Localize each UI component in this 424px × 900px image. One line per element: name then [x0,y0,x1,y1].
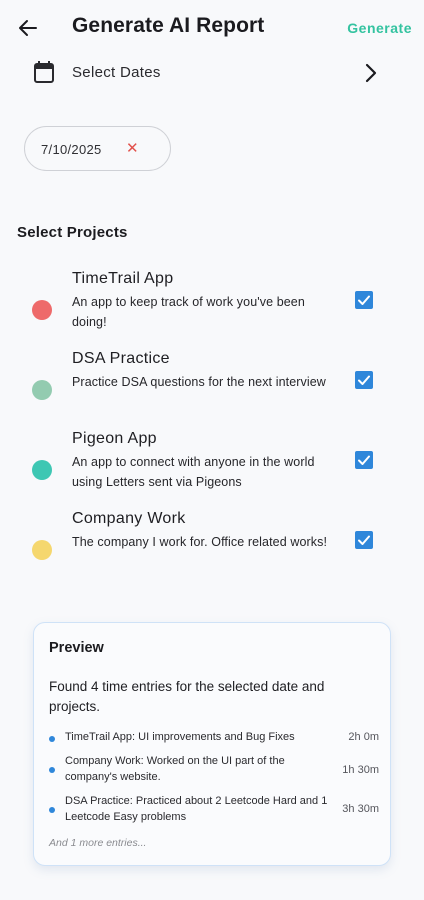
project-item[interactable]: TimeTrail App An app to keep track of wo… [0,270,424,350]
check-icon [358,455,370,465]
select-projects-heading: Select Projects [17,224,128,241]
project-color-dot [32,540,52,560]
project-checkbox[interactable] [355,531,373,549]
project-name: Company Work [72,510,186,527]
project-checkbox[interactable] [355,291,373,309]
bullet-icon [49,736,55,742]
entry-duration: 1h 30m [342,764,379,776]
project-color-dot [32,380,52,400]
check-icon [358,295,370,305]
project-item[interactable]: DSA Practice Practice DSA questions for … [0,350,424,430]
entry-duration: 3h 30m [342,803,379,815]
check-icon [358,375,370,385]
select-dates-label: Select Dates [72,64,161,81]
preview-card: Preview Found 4 time entries for the sel… [33,622,391,866]
app-bar: Generate AI Report Generate [0,0,424,56]
page-title: Generate AI Report [72,14,265,37]
project-description: An app to keep track of work you've been… [72,295,305,329]
more-entries-note: And 1 more entries... [49,837,147,849]
project-color-dot [32,300,52,320]
project-item[interactable]: Company Work The company I work for. Off… [0,510,424,590]
bullet-icon [49,807,55,813]
back-button[interactable] [14,14,42,42]
project-description: Practice DSA questions for the next inte… [72,375,326,389]
project-description: An app to connect with anyone in the wor… [72,455,315,489]
project-name: TimeTrail App [72,270,174,287]
project-color-dot [32,460,52,480]
preview-title: Preview [49,640,104,656]
entry-duration: 2h 0m [348,731,379,743]
check-icon [358,535,370,545]
date-chip-label: 7/10/2025 [41,142,102,157]
date-chip[interactable]: 7/10/2025 ✕ [24,126,171,171]
project-checkbox[interactable] [355,451,373,469]
chevron-right-icon [365,63,377,83]
project-name: Pigeon App [72,430,157,447]
close-icon[interactable]: ✕ [126,140,139,158]
entry-text: Company Work: Worked on the UI part of t… [65,755,285,783]
generate-button[interactable]: Generate [347,20,412,36]
bullet-icon [49,767,55,773]
project-item[interactable]: Pigeon App An app to connect with anyone… [0,430,424,510]
arrow-left-icon [19,20,37,36]
project-checkbox[interactable] [355,371,373,389]
entry-text: TimeTrail App: UI improvements and Bug F… [65,731,295,743]
entry-text: DSA Practice: Practiced about 2 Leetcode… [65,795,328,823]
preview-summary: Found 4 time entries for the selected da… [49,679,325,714]
calendar-icon [34,61,54,83]
select-dates-row[interactable]: Select Dates [0,56,424,92]
project-description: The company I work for. Office related w… [72,535,328,549]
project-name: DSA Practice [72,350,170,367]
